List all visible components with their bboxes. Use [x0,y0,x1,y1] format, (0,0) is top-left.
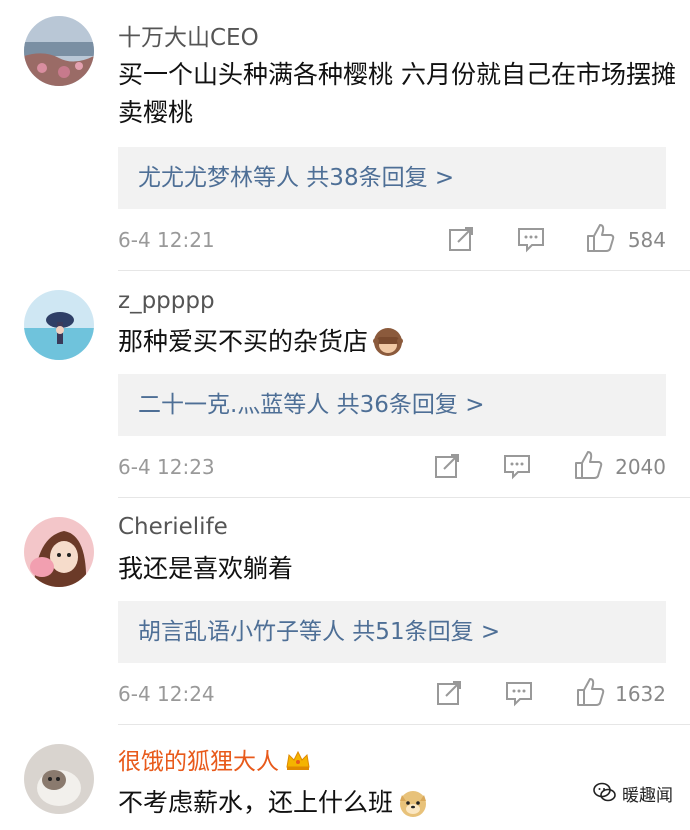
timestamp: 6-4 12:23 [118,455,215,479]
repost-icon[interactable] [432,451,462,481]
comment-meta: 6-4 12:24 1632 [0,674,690,714]
like-icon[interactable] [584,222,616,254]
username[interactable]: z_ppppp [118,288,215,314]
crown-icon [285,749,311,777]
comment-text-content: 那种爱买不买的杂货店 [118,327,369,356]
comment-icon[interactable] [502,451,532,481]
repost-icon[interactable] [434,678,464,708]
username[interactable]: 十万大山CEO [118,18,259,52]
comment-text: 我还是喜欢躺着 [118,554,294,583]
comment-meta: 6-4 12:21 584 [0,220,690,260]
reply-summary-link[interactable]: 二十一克.灬蓝等人 共36条回复 > [118,374,666,436]
comment-text: 买一个山头种满各种樱桃 六月份就自己在市场摆摊卖樱桃 [118,60,676,127]
avatar[interactable] [24,290,94,360]
username-text: 很饿的狐狸大人 [118,749,279,775]
like-count: 2040 [615,455,666,479]
watermark-text: 暖趣闻 [622,785,673,806]
reply-summary-link[interactable]: 尤尤尤梦林等人 共38条回复 > [118,147,666,209]
timestamp: 6-4 12:21 [118,228,215,252]
divider [118,497,690,498]
avatar[interactable] [24,517,94,587]
divider [118,724,690,725]
username[interactable]: Cherielife [118,514,228,540]
comment-icon[interactable] [504,678,534,708]
divider [118,270,690,271]
reply-summary-link[interactable]: 胡言乱语小竹子等人 共51条回复 > [118,601,666,663]
wechat-logo-icon [593,782,616,802]
like-count: 1632 [615,682,666,706]
like-icon[interactable] [574,676,606,708]
comment-icon[interactable] [516,224,546,254]
comment-text-content: 不考虑薪水，还上什么班 [118,788,394,817]
watermark: 暖趣闻 [592,778,673,808]
repost-icon[interactable] [446,224,476,254]
like-icon[interactable] [572,449,604,481]
like-count: 584 [627,228,666,252]
username-vip[interactable]: 很饿的狐狸大人 [118,742,311,777]
see-no-evil-monkey-emoji [372,326,404,369]
avatar[interactable] [24,744,94,814]
timestamp: 6-4 12:24 [118,682,215,706]
comment-meta: 6-4 12:23 2040 [0,447,690,487]
avatar[interactable] [24,16,94,86]
comment-text: 那种爱买不买的杂货店 [118,323,678,369]
